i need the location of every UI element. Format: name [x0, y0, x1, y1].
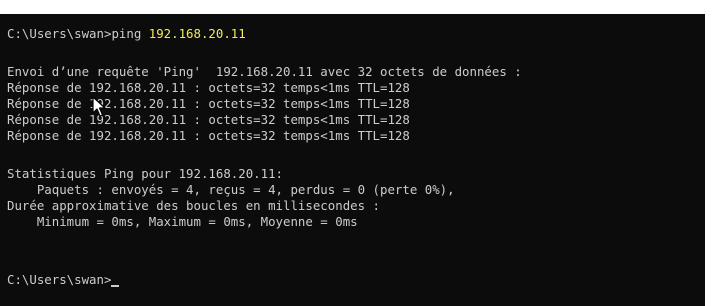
prompt-path: C:\Users\swan> — [7, 26, 112, 41]
screenshot: C:\Users\swan>ping 192.168.20.11 Envoi d… — [0, 0, 723, 306]
command-prompt-window[interactable]: C:\Users\swan>ping 192.168.20.11 Envoi d… — [0, 14, 705, 306]
mouse-pointer-icon — [92, 96, 106, 117]
ping-request-line: Envoi d’une requête 'Ping' 192.168.20.11… — [7, 64, 522, 79]
prompt-line-ping: C:\Users\swan>ping 192.168.20.11 — [7, 26, 246, 42]
final-prompt-path: C:\Users\swan> — [7, 272, 112, 287]
text-cursor — [111, 285, 120, 287]
stats-packets-line: Paquets : envoyés = 4, reçus = 4, perdus… — [7, 182, 455, 197]
active-prompt-line[interactable]: C:\Users\swan> — [7, 272, 120, 288]
rtt-title-line: Durée approximative des boucles en milli… — [7, 198, 380, 213]
highlighted-ip-address: 192.168.20.11 — [148, 26, 246, 41]
ping-reply-line-1: Réponse de 192.168.20.11 : octets=32 tem… — [7, 80, 410, 95]
command-text: ping — [111, 26, 149, 41]
stats-title-line: Statistiques Ping pour 192.168.20.11: — [7, 166, 284, 181]
ping-reply-line-4: Réponse de 192.168.20.11 : octets=32 tem… — [7, 128, 410, 143]
rtt-values-line: Minimum = 0ms, Maximum = 0ms, Moyenne = … — [7, 214, 358, 229]
ping-reply-line-2: Réponse de 192.168.20.11 : octets=32 tem… — [7, 96, 410, 111]
ping-reply-line-3: Réponse de 192.168.20.11 : octets=32 tem… — [7, 112, 410, 127]
